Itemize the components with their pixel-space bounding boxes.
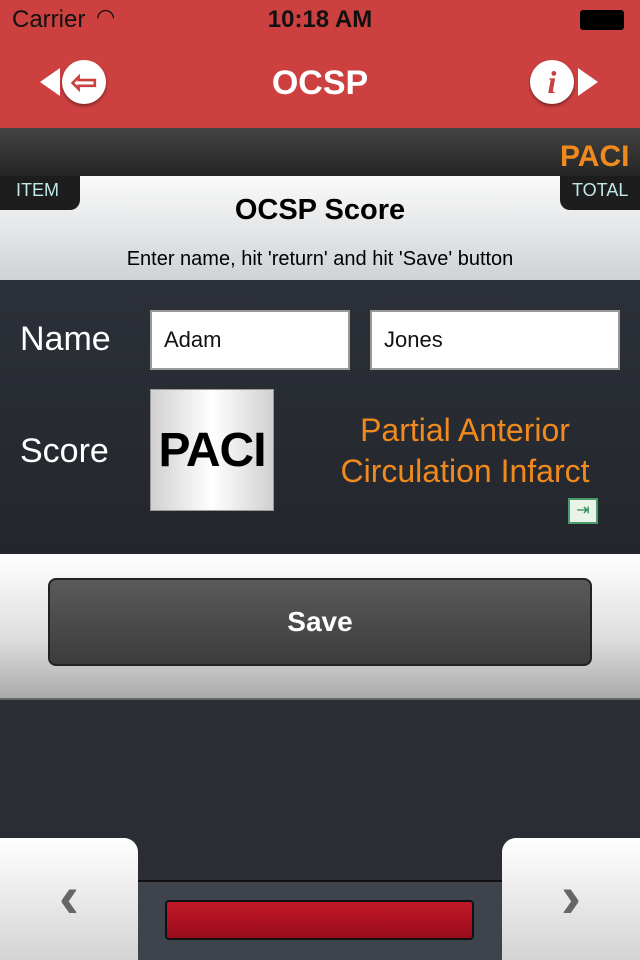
last-name-input[interactable]: Jones [370, 310, 620, 370]
chevron-left-icon: ‹ [59, 863, 79, 930]
chevron-right-icon: › [561, 863, 581, 930]
page-title: OCSP Score [234, 194, 406, 226]
forward-triangle-icon [578, 68, 598, 96]
next-button[interactable]: › [502, 838, 640, 960]
header-panel: OCSP Score Enter name, hit 'return' and … [0, 176, 640, 280]
score-label: Score [20, 432, 109, 470]
battery-icon [580, 10, 624, 30]
score-description-line1: Partial Anterior [360, 412, 570, 448]
total-tab: TOTAL [560, 176, 640, 210]
total-label: TOTAL [572, 180, 629, 200]
info-icon: i [530, 60, 574, 104]
instruction-text: Enter name, hit 'return' and hit 'Save' … [126, 248, 514, 270]
status-bar: Carrier ◠ 10:18 AM [0, 0, 640, 40]
score-description: Partial Anterior Circulation Infarct [300, 410, 630, 492]
item-label: ITEM [16, 180, 59, 200]
total-value: PACI [560, 140, 630, 173]
item-tab: ITEM [0, 176, 80, 210]
save-button[interactable]: Save [48, 578, 592, 666]
info-button[interactable]: i [530, 40, 600, 128]
progress-bar [165, 900, 474, 940]
first-name-input[interactable]: Adam [150, 310, 350, 370]
previous-button[interactable]: ‹ [0, 838, 138, 960]
nav-bar: ⇦ OCSP i [0, 40, 640, 128]
book-icon[interactable]: ⇥ [568, 498, 598, 524]
score-description-line2: Circulation Infarct [340, 453, 590, 489]
score-badge: PACI [150, 389, 274, 511]
name-label: Name [20, 320, 111, 358]
clock: 10:18 AM [267, 6, 373, 33]
